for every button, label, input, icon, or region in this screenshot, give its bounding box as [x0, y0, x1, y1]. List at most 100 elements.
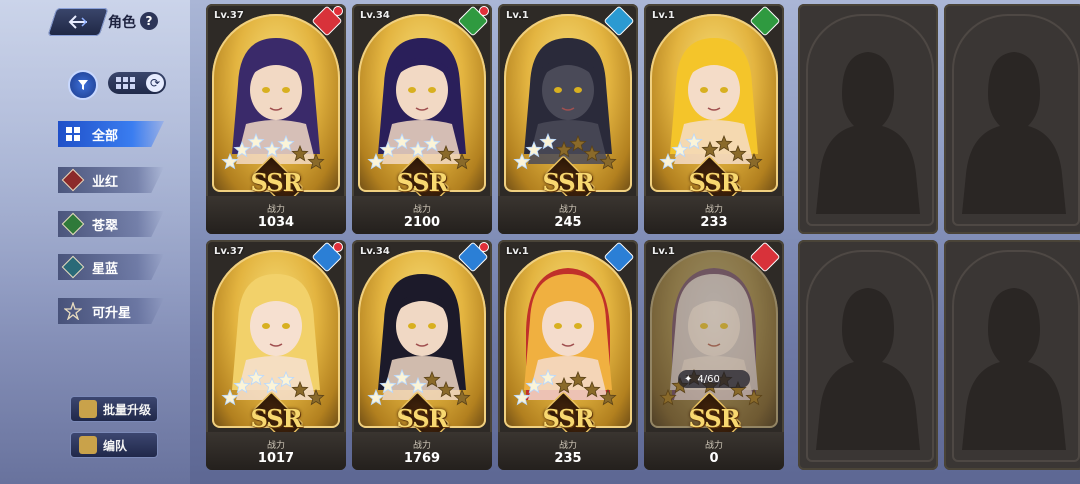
help-icon[interactable]: ? — [140, 12, 158, 30]
power-label: 战力 — [704, 441, 723, 451]
formation-label: 编队 — [103, 438, 128, 453]
character-card[interactable]: Lv.1 SSR 战力 233 — [644, 4, 784, 234]
batch-upgrade-label: 批量升级 — [103, 402, 152, 417]
empty-character-slot — [944, 4, 1080, 234]
star-empty-icon — [729, 144, 747, 162]
filter-icon — [78, 80, 88, 90]
grid-view-icon — [116, 77, 135, 89]
star-empty-icon — [307, 152, 325, 170]
star-filled-icon — [409, 140, 427, 158]
star-filled-icon — [233, 140, 251, 158]
card-level: Lv.34 — [360, 10, 390, 21]
empty-character-slot — [944, 240, 1080, 470]
category-tab-2[interactable]: 苍翠 — [58, 211, 164, 237]
page-title: 角色 — [108, 15, 136, 31]
notification-dot — [333, 242, 343, 252]
star-filled-icon — [513, 388, 531, 406]
star-filled-icon — [277, 370, 295, 388]
character-card[interactable]: Lv.1 SSR 战力 245 — [498, 4, 638, 234]
batch-upgrade-button[interactable]: 批量升级 — [70, 396, 158, 422]
power-label: 战力 — [266, 205, 285, 215]
silhouette-icon — [816, 288, 920, 450]
power-label: 战力 — [558, 441, 577, 451]
sort-toggle[interactable]: ⟳ — [108, 72, 166, 94]
rarity-label: SSR — [396, 404, 448, 433]
star-empty-icon — [555, 376, 573, 394]
power-label: 战力 — [558, 205, 577, 215]
grid-icon — [62, 123, 84, 145]
star-empty-icon — [453, 152, 471, 170]
star-filled-icon — [393, 132, 411, 150]
star-filled-icon — [221, 152, 239, 170]
star-filled-icon — [513, 152, 531, 170]
star-filled-icon — [423, 134, 441, 152]
rarity-label: SSR — [688, 168, 740, 197]
star-filled-icon — [539, 368, 557, 386]
star-filled-icon — [671, 140, 689, 158]
power-value: 1034 — [257, 215, 295, 230]
power-value: 0 — [709, 451, 719, 466]
character-card[interactable]: Lv.34 SSR 战力 2100 — [352, 4, 492, 234]
star-filled-icon — [247, 132, 265, 150]
refresh-icon[interactable]: ⟳ — [146, 74, 164, 92]
green-diamond-icon — [61, 212, 85, 236]
star-filled-icon — [659, 152, 677, 170]
star-filled-icon — [409, 376, 427, 394]
power-label: 战力 — [412, 441, 431, 451]
character-card[interactable]: Lv.34 SSR 战力 1769 — [352, 240, 492, 470]
rarity-label: SSR — [396, 168, 448, 197]
category-label: 星蓝 — [92, 261, 119, 277]
puzzle-icon: ✦ — [684, 373, 693, 385]
category-label: 业红 — [92, 174, 119, 190]
notification-dot — [333, 6, 343, 16]
notification-dot — [479, 6, 489, 16]
character-card[interactable]: Lv.37 SSR 战力 1034 — [206, 4, 346, 234]
card-level: Lv.1 — [506, 10, 529, 21]
power-label: 战力 — [704, 205, 723, 215]
character-card[interactable]: Lv.1 SSR ✦ 4/60 战力 0 — [644, 240, 784, 470]
category-tab-4[interactable]: 可升星 — [58, 298, 164, 324]
formation-icon — [79, 436, 97, 454]
power-value: 2100 — [403, 215, 441, 230]
power-value: 233 — [700, 215, 728, 230]
sidebar: 角色 ? ⟳ 全部业红苍翠星蓝可升星 批量升级 编队 — [0, 0, 190, 484]
star-filled-icon — [393, 368, 411, 386]
star-filled-icon — [525, 140, 543, 158]
category-tab-0[interactable]: 全部 — [58, 121, 164, 147]
star-empty-icon — [437, 144, 455, 162]
star-empty-icon — [745, 388, 763, 406]
formation-button[interactable]: 编队 — [70, 432, 158, 458]
star-empty-icon — [583, 380, 601, 398]
category-tab-3[interactable]: 星蓝 — [58, 254, 164, 280]
silhouette-icon — [962, 288, 1066, 450]
character-card[interactable]: Lv.1 SSR 战力 235 — [498, 240, 638, 470]
empty-character-slot — [798, 240, 938, 470]
star-filled-icon — [685, 132, 703, 150]
star-filled-icon — [379, 140, 397, 158]
star-filled-icon — [277, 134, 295, 152]
card-level: Lv.1 — [652, 246, 675, 257]
power-value: 1769 — [403, 451, 441, 466]
star-empty-icon — [701, 140, 719, 158]
category-tab-1[interactable]: 业红 — [58, 167, 164, 193]
category-label: 苍翠 — [92, 218, 119, 234]
star-filled-icon — [221, 388, 239, 406]
star-empty-icon — [583, 144, 601, 162]
star-empty-icon — [569, 134, 587, 152]
star-empty-icon — [453, 388, 471, 406]
power-label: 战力 — [266, 441, 285, 451]
empty-character-slot — [798, 4, 938, 234]
power-value: 235 — [554, 451, 582, 466]
rarity-label: SSR — [688, 404, 740, 433]
star-filled-icon — [379, 376, 397, 394]
notification-dot — [479, 242, 489, 252]
shard-progress: ✦ 4/60 — [678, 370, 750, 388]
star-empty-icon — [569, 370, 587, 388]
star-empty-icon — [715, 134, 733, 152]
back-button[interactable] — [47, 8, 109, 36]
character-card[interactable]: Lv.37 SSR 战力 1017 — [206, 240, 346, 470]
star-filled-icon — [263, 376, 281, 394]
filter-button[interactable] — [68, 70, 98, 100]
star-empty-icon — [307, 388, 325, 406]
star-filled-icon — [233, 376, 251, 394]
